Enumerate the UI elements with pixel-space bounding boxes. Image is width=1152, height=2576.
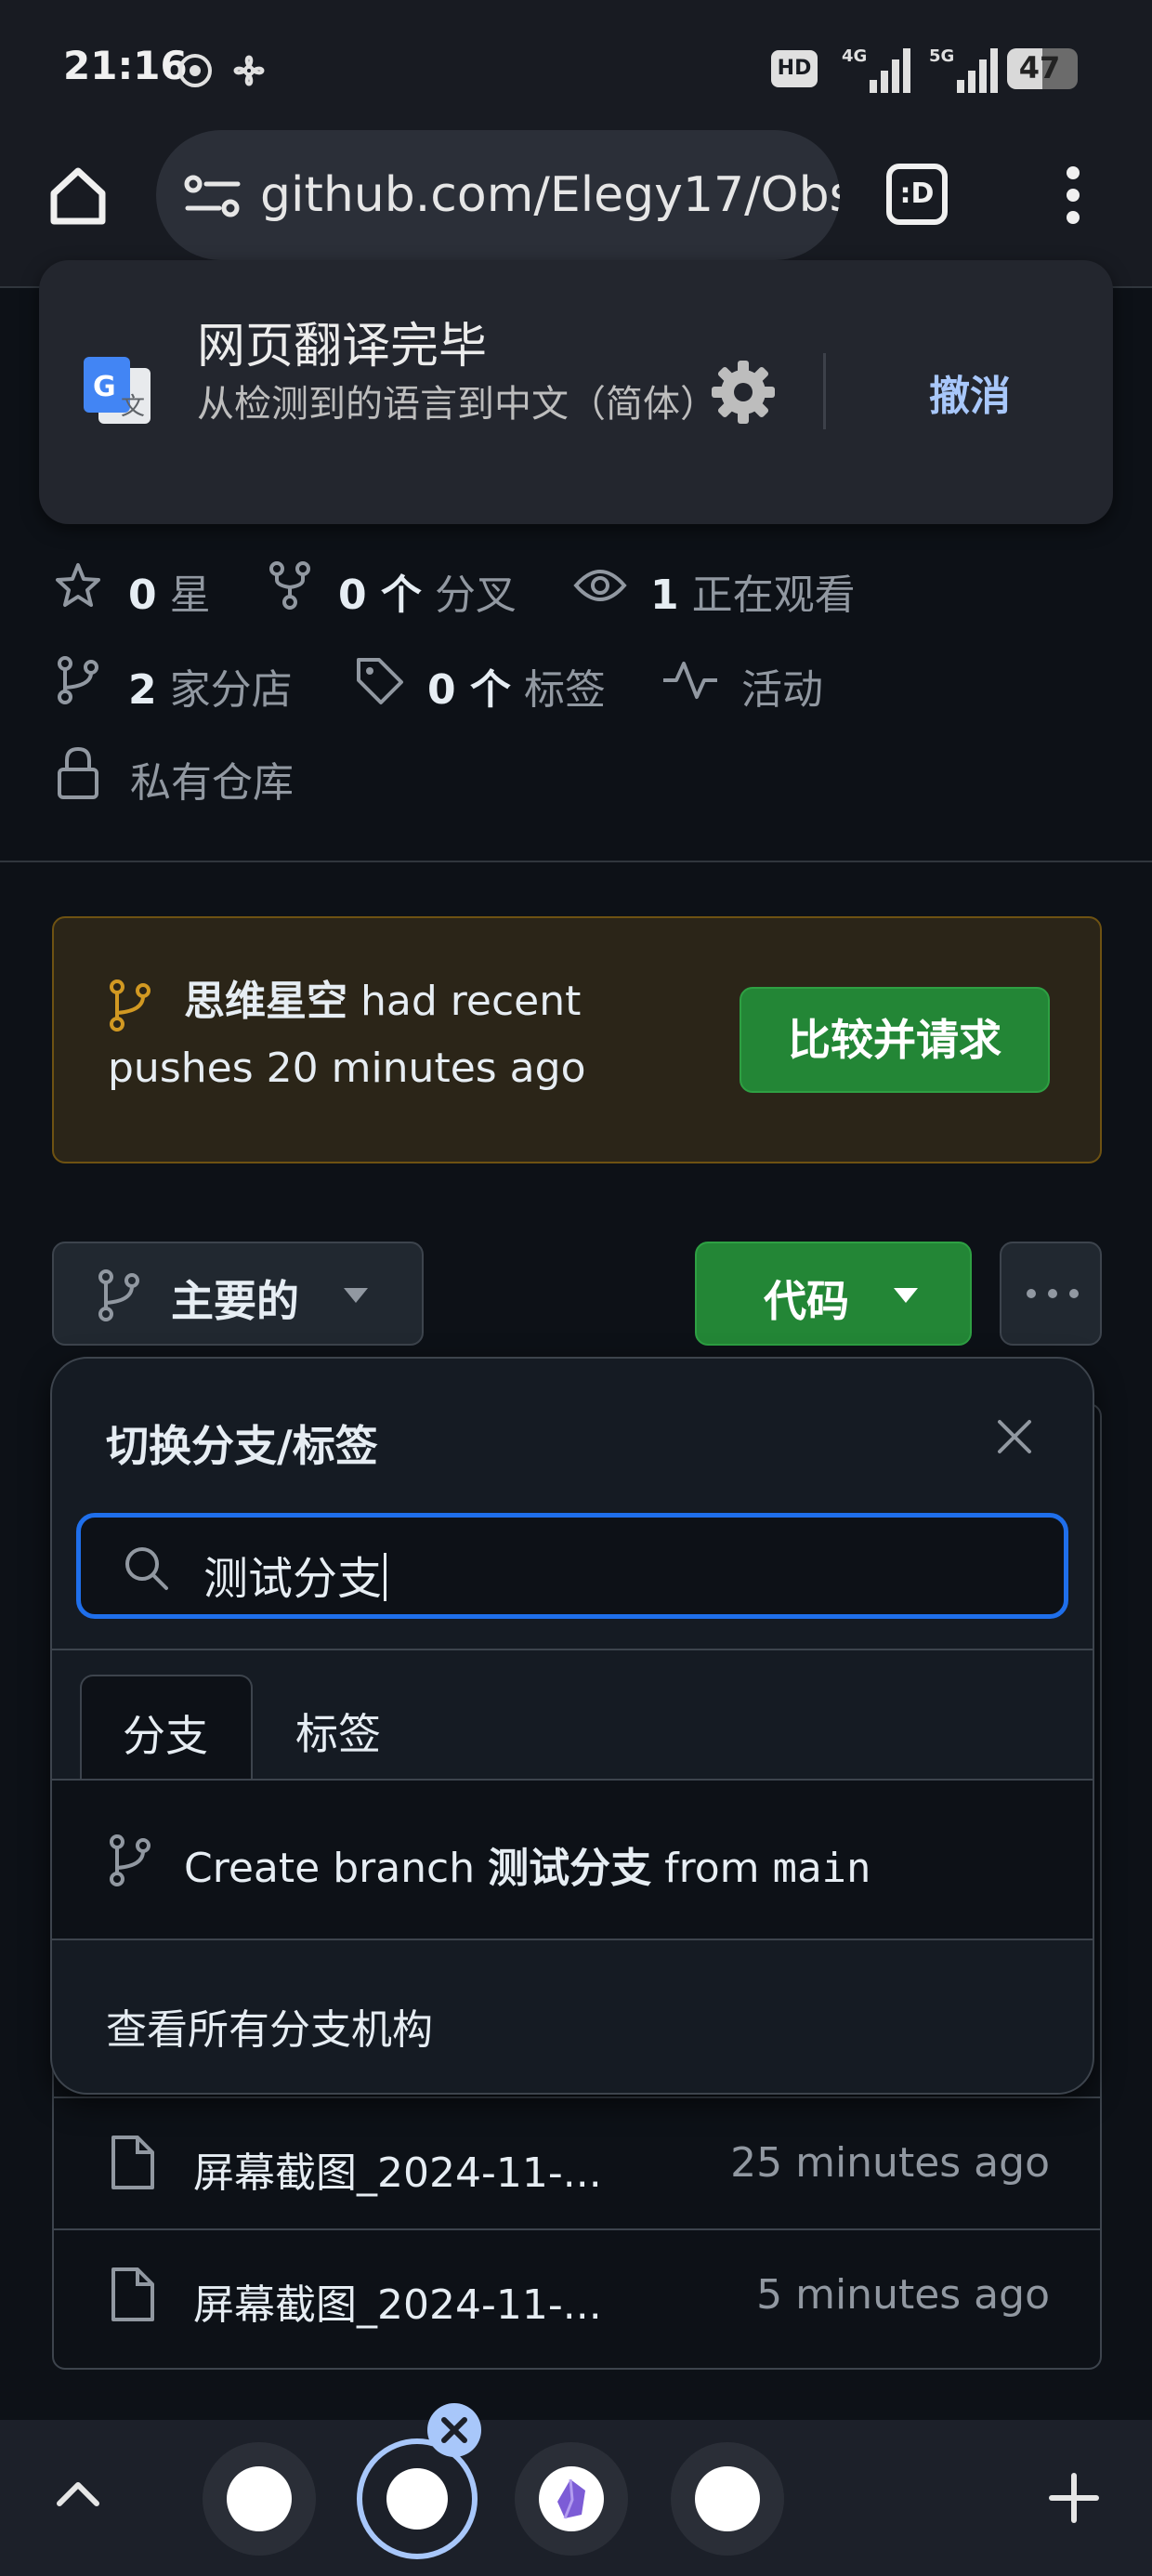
tab-branches[interactable]: 分支 <box>80 1675 253 1781</box>
file-icon <box>110 2134 156 2191</box>
file-time: 25 minutes ago <box>730 2139 1050 2187</box>
file-row[interactable]: 屏幕截图_2024-11-... 25 minutes ago <box>54 2096 1100 2228</box>
divider <box>52 1649 1093 1650</box>
divider <box>823 353 826 429</box>
signal-5g-icon: 5G <box>929 43 1003 95</box>
branch-icon <box>97 1269 141 1321</box>
fan-icon <box>229 50 269 91</box>
svg-text:4G: 4G <box>842 46 867 66</box>
tab-thumbnail[interactable] <box>515 2442 628 2556</box>
chevron-up-icon[interactable] <box>56 2479 100 2507</box>
tab-switcher-button[interactable]: :D <box>886 164 948 225</box>
file-row[interactable]: 屏幕截图_2024-11-... 5 minutes ago <box>54 2228 1100 2360</box>
tab-label: 分支 <box>123 1711 208 1761</box>
overflow-menu-icon[interactable] <box>1059 165 1087 225</box>
tags-count[interactable]: 0 个 标签 <box>427 656 606 716</box>
hd-voice-icon: HD <box>771 50 818 87</box>
svg-text:文: 文 <box>121 393 145 421</box>
lock-icon <box>54 745 102 801</box>
compare-pull-request-button[interactable]: 比较并请求 <box>740 987 1050 1093</box>
address-bar[interactable]: github.com/Elegy17/Obs <box>156 130 840 260</box>
close-tab-icon[interactable] <box>427 2403 481 2457</box>
branch-icon <box>108 1834 152 1886</box>
bottom-tab-bar <box>0 2403 1152 2576</box>
code-button-label: 代码 <box>764 1276 849 1326</box>
search-icon <box>122 1544 170 1592</box>
branches-count[interactable]: 2 家分店 <box>128 656 293 716</box>
code-button[interactable]: 代码 <box>695 1242 972 1346</box>
visibility-label: 私有仓库 <box>130 759 294 807</box>
home-button[interactable] <box>41 158 115 232</box>
close-icon[interactable] <box>996 1418 1033 1455</box>
activity-icon[interactable] <box>661 660 719 701</box>
undo-translate-button[interactable]: 撤消 <box>929 362 1011 422</box>
branch-selector-label: 主要的 <box>171 1276 299 1326</box>
file-time: 5 minutes ago <box>756 2271 1050 2319</box>
tab-tags[interactable]: 标签 <box>266 1675 433 1781</box>
svg-text:G: G <box>93 371 116 403</box>
kebab-horizontal-icon <box>1024 1286 1081 1301</box>
divider <box>0 861 1152 862</box>
dialog-title: 切换分支/标签 <box>106 1421 378 1471</box>
fork-icon[interactable] <box>264 559 316 611</box>
new-tab-icon[interactable] <box>1048 2472 1100 2524</box>
caret-down-icon <box>342 1286 370 1305</box>
caret-down-icon <box>892 1286 920 1305</box>
activity-link[interactable]: 活动 <box>741 656 823 716</box>
translate-popup: G文 网页翻译完毕 从检测到的语言到中文（简体） 撤消 <box>39 260 1113 524</box>
divider <box>52 1939 1093 1940</box>
star-icon[interactable] <box>52 559 104 611</box>
url-text[interactable]: github.com/Elegy17/Obs <box>260 167 840 223</box>
branch-selector-button[interactable]: 主要的 <box>52 1242 424 1346</box>
search-value[interactable]: 测试分支 <box>203 1542 387 1607</box>
notification-icon <box>177 52 214 89</box>
file-name[interactable]: 屏幕截图_2024-11-... <box>193 2139 602 2199</box>
branch-search-input[interactable]: 测试分支 <box>76 1513 1068 1619</box>
tab-label: 标签 <box>295 1709 381 1759</box>
branch-icon[interactable] <box>52 654 104 706</box>
file-name[interactable]: 屏幕截图_2024-11-... <box>193 2271 602 2331</box>
watchers-count[interactable]: 1 正在观看 <box>650 561 856 621</box>
create-branch-option[interactable]: Create branch 测试分支 from main <box>52 1781 1093 1940</box>
push-message: 思维星空 had recent pushes 20 minutes ago <box>108 978 586 1092</box>
site-settings-icon[interactable] <box>184 173 242 219</box>
tab-thumbnail[interactable] <box>203 2442 316 2556</box>
stars-count[interactable]: 0 星 <box>128 561 211 621</box>
branch-picker-dialog: 切换分支/标签 测试分支 分支 标签 Create branch 测试分支 fr… <box>50 1357 1094 2095</box>
tab-thumbnail[interactable] <box>671 2442 784 2556</box>
battery-level: 47 <box>1018 50 1061 85</box>
file-icon <box>110 2266 156 2323</box>
app-logo-icon <box>552 2477 591 2520</box>
recent-push-banner: 思维星空 had recent pushes 20 minutes ago 比较… <box>52 916 1102 1163</box>
status-bar: 21:16 HD 4G 5G 47 <box>0 0 1152 130</box>
more-options-button[interactable] <box>1000 1242 1102 1346</box>
tag-icon[interactable] <box>353 654 407 708</box>
translate-subtitle: 从检测到的语言到中文（简体） <box>197 383 717 426</box>
translate-settings-icon[interactable] <box>708 357 779 427</box>
svg-text:5G: 5G <box>929 46 954 66</box>
google-translate-icon: G文 <box>80 353 154 427</box>
view-all-branches-link[interactable]: 查看所有分支机构 <box>106 1996 433 2056</box>
translate-title: 网页翻译完毕 <box>197 319 488 375</box>
create-branch-label: Create branch 测试分支 from main <box>184 1845 871 1892</box>
home-icon <box>50 167 106 225</box>
status-time: 21:16 <box>63 43 188 88</box>
signal-4g-icon: 4G <box>842 43 916 95</box>
forks-count[interactable]: 0 个 分叉 <box>338 561 517 621</box>
eye-icon[interactable] <box>572 561 628 610</box>
